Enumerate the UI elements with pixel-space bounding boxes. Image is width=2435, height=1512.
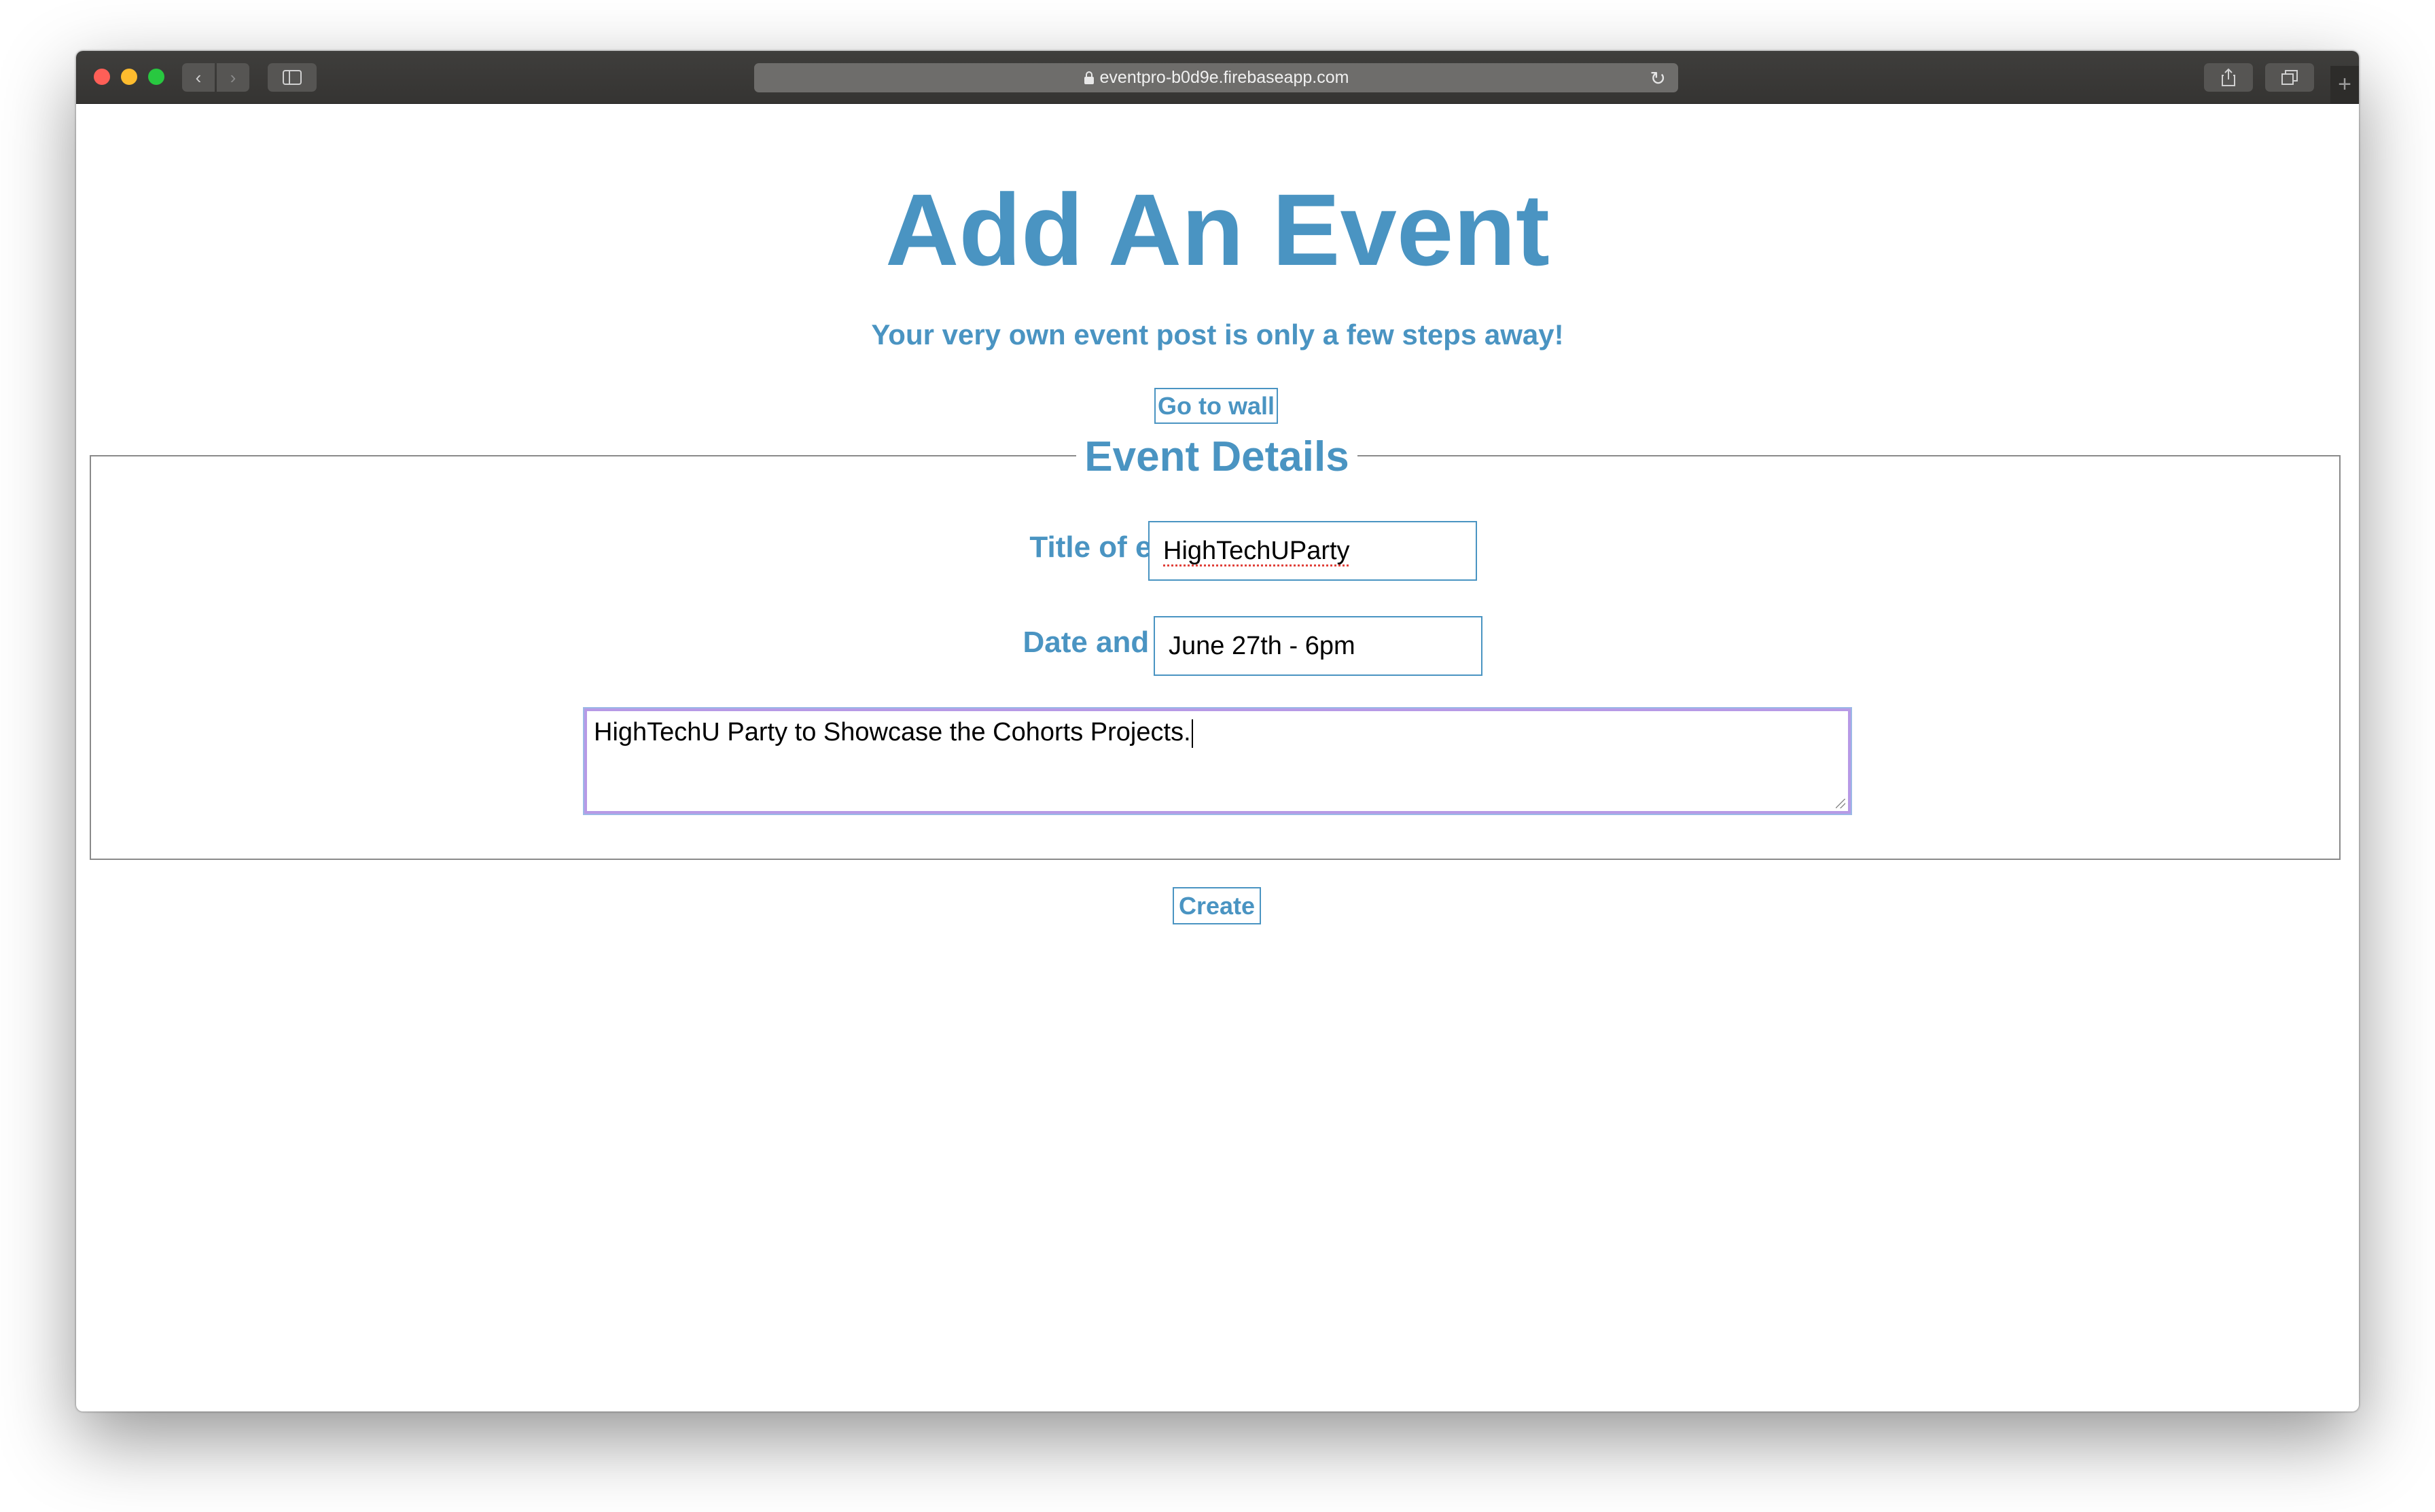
go-to-wall-button[interactable]: Go to wall bbox=[1154, 388, 1278, 424]
forward-button[interactable]: › bbox=[217, 63, 249, 92]
maximize-window-icon[interactable] bbox=[148, 69, 164, 85]
lock-icon bbox=[1084, 71, 1094, 84]
text-caret bbox=[1191, 719, 1193, 748]
tabs-icon bbox=[2281, 70, 2298, 85]
chevron-left-icon: ‹ bbox=[195, 67, 202, 88]
create-button[interactable]: Create bbox=[1173, 887, 1261, 924]
description-textarea[interactable]: HighTechU Party to Showcase the Cohorts … bbox=[584, 708, 1851, 814]
chevron-right-icon: › bbox=[230, 67, 236, 88]
browser-toolbar: ‹ › eventpro-b0d9e.firebaseapp.com ↻ + bbox=[76, 51, 2359, 104]
title-input-value: HighTechUParty bbox=[1163, 536, 1350, 565]
plus-icon: + bbox=[2338, 71, 2351, 97]
description-value: HighTechU Party to Showcase the Cohorts … bbox=[594, 718, 1191, 746]
page-content: Add An Event Your very own event post is… bbox=[76, 104, 2359, 1411]
browser-window: ‹ › eventpro-b0d9e.firebaseapp.com ↻ + A… bbox=[76, 51, 2359, 1411]
share-icon bbox=[2222, 68, 2235, 86]
sidebar-icon bbox=[283, 70, 302, 85]
share-button[interactable] bbox=[2204, 63, 2253, 92]
tab-overview-button[interactable] bbox=[2265, 63, 2314, 92]
page-title: Add An Event bbox=[885, 173, 1550, 287]
minimize-window-icon[interactable] bbox=[121, 69, 137, 85]
back-button[interactable]: ‹ bbox=[182, 63, 215, 92]
resize-grip-icon[interactable] bbox=[1836, 799, 1845, 808]
sidebar-toggle-button[interactable] bbox=[268, 63, 317, 92]
description-text-container: HighTechU Party to Showcase the Cohorts … bbox=[594, 718, 1193, 748]
date-time-input[interactable]: June 27th - 6pm bbox=[1154, 616, 1482, 676]
address-bar[interactable]: eventpro-b0d9e.firebaseapp.com ↻ bbox=[754, 63, 1678, 92]
close-window-icon[interactable] bbox=[94, 69, 110, 85]
date-input-value: June 27th - 6pm bbox=[1169, 631, 1355, 660]
page-subtitle: Your very own event post is only a few s… bbox=[871, 319, 1564, 350]
fieldset-legend: Event Details bbox=[1076, 430, 1357, 484]
new-tab-button[interactable]: + bbox=[2330, 66, 2359, 103]
title-input[interactable]: HighTechUParty bbox=[1148, 521, 1477, 581]
reload-icon[interactable]: ↻ bbox=[1650, 67, 1666, 90]
url-text: eventpro-b0d9e.firebaseapp.com bbox=[1099, 68, 1349, 87]
